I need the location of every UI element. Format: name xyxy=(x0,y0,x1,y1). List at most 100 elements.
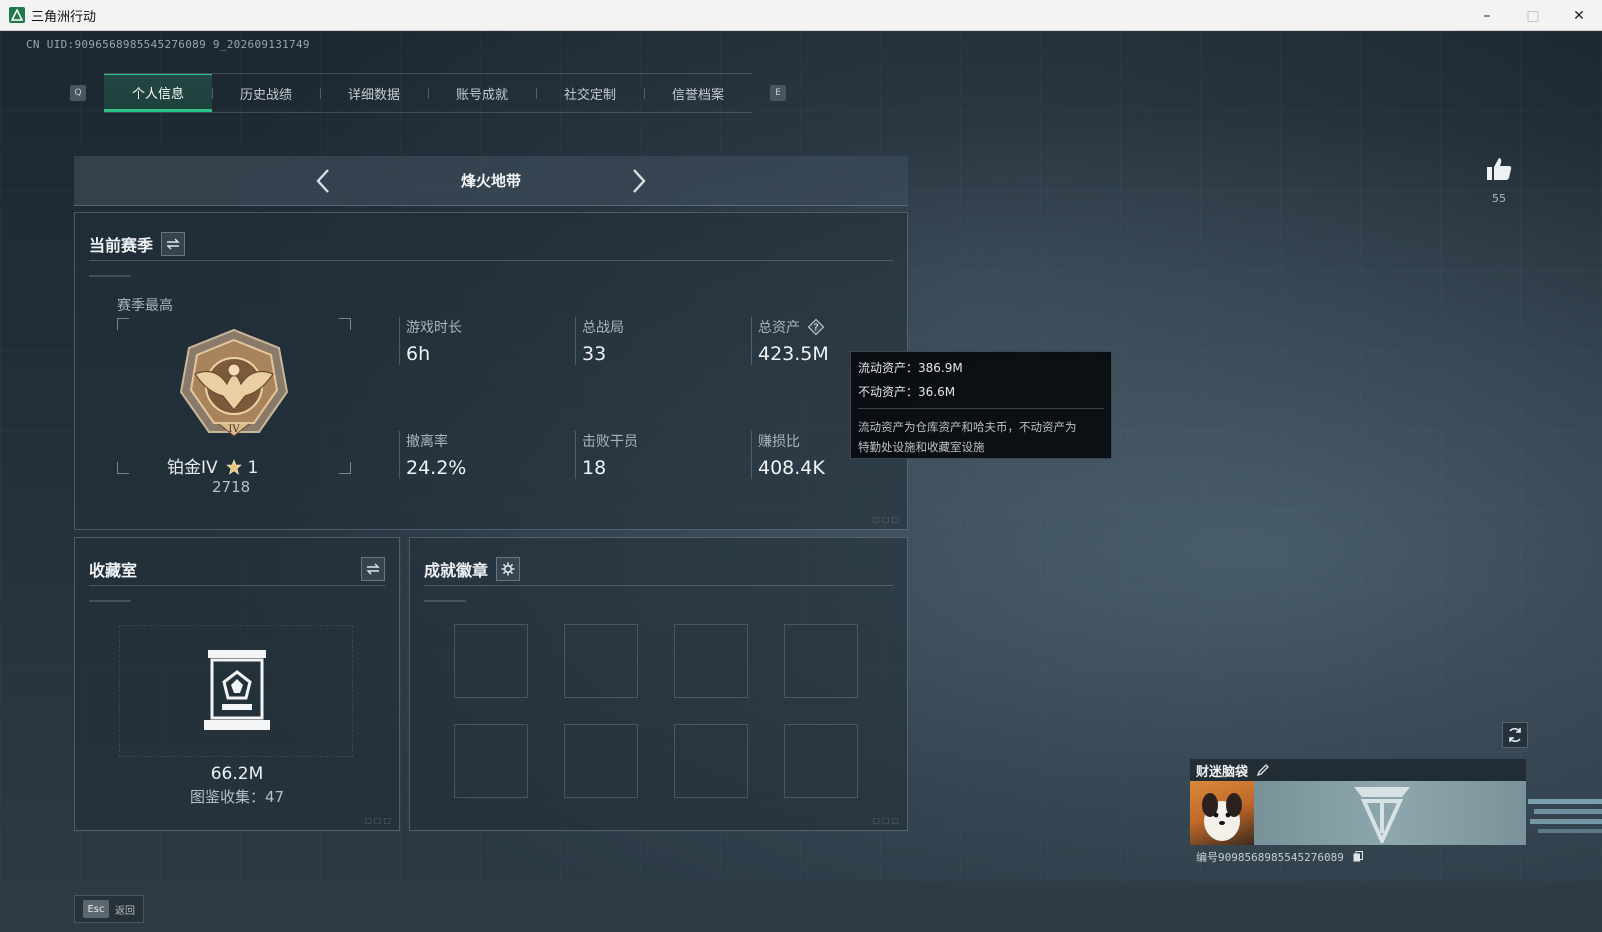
like-count: 55 xyxy=(1492,192,1506,205)
player-name: 财迷脑袋 xyxy=(1196,764,1249,780)
window-title: 三角洲行动 xyxy=(31,9,97,25)
season-switch-button[interactable] xyxy=(161,231,186,256)
achievements-settings-button[interactable] xyxy=(496,556,521,581)
collection-count: 图鉴收集：47 xyxy=(189,788,285,806)
assets-tooltip: 流动资产：386.9M 不动资产：36.6M 流动资产为仓库资产和哈夫币，不动资… xyxy=(850,351,1112,459)
stat-value: 18 xyxy=(582,457,607,479)
tab-detailed-data[interactable]: 详细数据 xyxy=(320,74,428,112)
mode-selector: 烽火地带 xyxy=(74,156,908,206)
copy-icon[interactable] xyxy=(1353,851,1364,862)
rank-stars: 1 xyxy=(247,458,259,478)
dog-avatar-icon xyxy=(1202,793,1242,841)
star-icon xyxy=(226,459,242,475)
avatar xyxy=(1190,781,1254,845)
liquid-assets: 流动资产：386.9M xyxy=(858,361,963,375)
tab-bar: Q 个人信息 历史战绩 详细数据 账号成就 社交定制 信誉档案 E xyxy=(70,73,786,113)
decor-mark xyxy=(424,600,466,602)
swap-icon xyxy=(366,563,380,574)
rank-score: 2718 xyxy=(212,478,251,496)
season-best-label: 赛季最高 xyxy=(117,298,173,314)
help-icon[interactable]: ? xyxy=(808,319,825,335)
tooltip-desc-line2: 特勤处设施和收藏室设施 xyxy=(858,440,985,454)
achievement-slot[interactable] xyxy=(564,724,638,798)
achievement-slot[interactable] xyxy=(454,624,528,698)
app-icon xyxy=(9,7,25,23)
panel-decor: □□□ xyxy=(872,515,901,524)
bottom-bar xyxy=(0,881,1602,932)
player-id: 编号9098568985545276089 xyxy=(1196,851,1344,864)
tab-social[interactable]: 社交定制 xyxy=(536,74,644,112)
decor-mark xyxy=(89,600,131,602)
stat-label: 总战局 xyxy=(582,320,624,336)
achievements-panel: 成就徽章 □□□ xyxy=(409,537,908,831)
emblem-logo-icon xyxy=(1354,787,1410,843)
svg-text:IV: IV xyxy=(228,424,240,435)
window-titlebar: 三角洲行动 – □ ✕ xyxy=(0,0,1602,31)
close-button[interactable]: ✕ xyxy=(1556,0,1602,31)
rank-badge-frame: IV xyxy=(117,318,351,474)
stat-total-matches: 总战局 33 xyxy=(575,317,624,365)
tab-personal-info[interactable]: 个人信息 xyxy=(104,74,212,112)
tab-achievements[interactable]: 账号成就 xyxy=(428,74,536,112)
rank-name: 铂金IV xyxy=(167,458,218,478)
fixed-assets: 不动资产：36.6M xyxy=(858,385,956,399)
platinum-rank-badge-icon: IV xyxy=(179,328,289,437)
achievement-slot[interactable] xyxy=(674,724,748,798)
tooltip-desc-line1: 流动资产为仓库资产和哈夫币，不动资产为 xyxy=(858,420,1077,434)
display-case-icon xyxy=(204,650,270,730)
light-streaks-decor xyxy=(1528,799,1602,833)
achievement-slot[interactable] xyxy=(784,724,858,798)
stat-play-time: 游戏时长 6h xyxy=(399,317,462,365)
achievement-slot[interactable] xyxy=(454,724,528,798)
swap-icon xyxy=(166,238,180,249)
like-widget[interactable]: 55 xyxy=(1484,156,1514,205)
stat-label: 击败干员 xyxy=(582,434,638,450)
namecard-banner xyxy=(1190,781,1526,845)
achievement-slot[interactable] xyxy=(564,624,638,698)
stat-extract-rate: 撤离率 24.2% xyxy=(399,431,466,479)
season-panel: 当前赛季 赛季最高 IV 铂金IV 1 2718 游戏时长 6h 总战局 33 … xyxy=(74,212,908,530)
tab-reputation[interactable]: 信誉档案 xyxy=(644,74,752,112)
tab-history[interactable]: 历史战绩 xyxy=(212,74,320,112)
chevron-left-icon[interactable] xyxy=(310,167,338,195)
minimize-button[interactable]: – xyxy=(1464,0,1510,31)
back-label: 返回 xyxy=(115,905,135,917)
collection-value: 66.2M xyxy=(210,764,264,784)
rank-name-row: 铂金IV 1 xyxy=(167,453,258,478)
collection-display[interactable] xyxy=(119,625,353,757)
stat-profit-ratio: 赚损比 408.4K xyxy=(751,431,825,479)
game-viewport: CN UID:9096568985545276089 9_20260913174… xyxy=(0,31,1602,932)
tab-prev-key[interactable]: Q xyxy=(70,85,86,101)
refresh-button[interactable] xyxy=(1502,722,1528,748)
stat-total-assets: 总资产 ? 423.5M xyxy=(751,317,829,365)
decor-mark xyxy=(89,275,131,277)
season-title: 当前赛季 xyxy=(89,235,154,255)
player-namecard[interactable]: 财迷脑袋 编号9098568985545276089 xyxy=(1190,759,1526,864)
back-button[interactable]: Esc 返回 xyxy=(74,895,144,923)
esc-key: Esc xyxy=(83,900,109,918)
panel-decor: □□□ xyxy=(872,816,901,825)
thumbs-up-icon[interactable] xyxy=(1485,156,1513,182)
uid-line: CN UID:9096568985545276089 9_20260913174… xyxy=(26,38,310,51)
achievement-slot[interactable] xyxy=(674,624,748,698)
achievement-slot[interactable] xyxy=(784,624,858,698)
stat-kills: 击败干员 18 xyxy=(575,431,638,479)
chevron-right-icon[interactable] xyxy=(624,167,652,195)
svg-text:?: ? xyxy=(814,323,819,334)
stat-label: 总资产 xyxy=(758,320,800,336)
achievements-title: 成就徽章 xyxy=(424,560,489,580)
refresh-icon xyxy=(1509,727,1521,743)
edit-pencil-icon[interactable] xyxy=(1256,763,1270,777)
gear-icon xyxy=(501,562,515,575)
namecard-header: 财迷脑袋 xyxy=(1190,759,1526,781)
collection-switch-button[interactable] xyxy=(361,556,385,581)
stat-value: 423.5M xyxy=(758,343,829,365)
player-id-line: 编号9098568985545276089 xyxy=(1196,849,1364,865)
stat-value: 24.2% xyxy=(406,457,467,479)
maximize-button[interactable]: □ xyxy=(1510,0,1556,31)
stat-value: 6h xyxy=(406,343,431,365)
tab-next-key[interactable]: E xyxy=(770,85,786,101)
stat-value: 33 xyxy=(582,343,607,365)
stat-value: 408.4K xyxy=(758,457,825,479)
mode-title: 烽火地带 xyxy=(460,172,521,190)
